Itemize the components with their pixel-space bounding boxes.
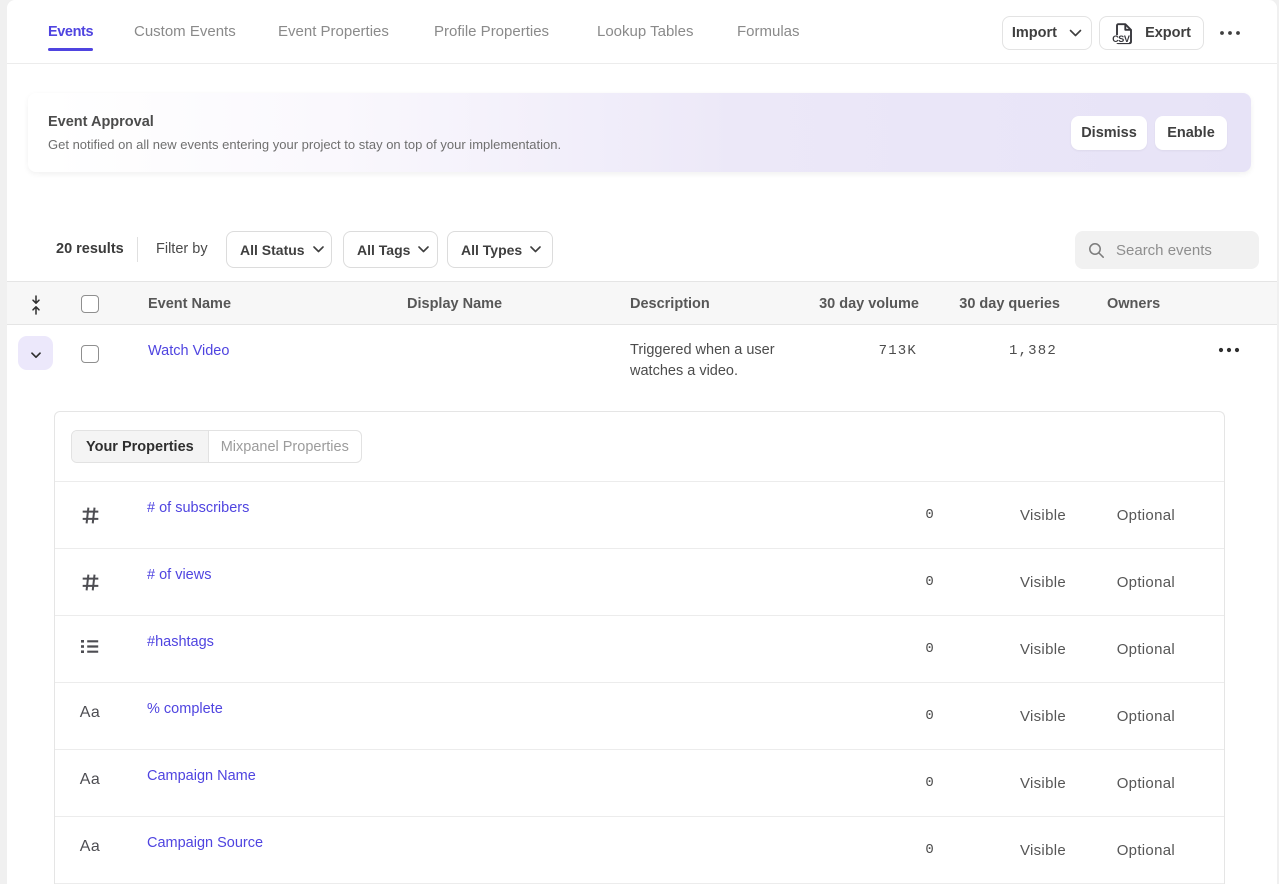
- svg-text:CSV: CSV: [1112, 34, 1130, 44]
